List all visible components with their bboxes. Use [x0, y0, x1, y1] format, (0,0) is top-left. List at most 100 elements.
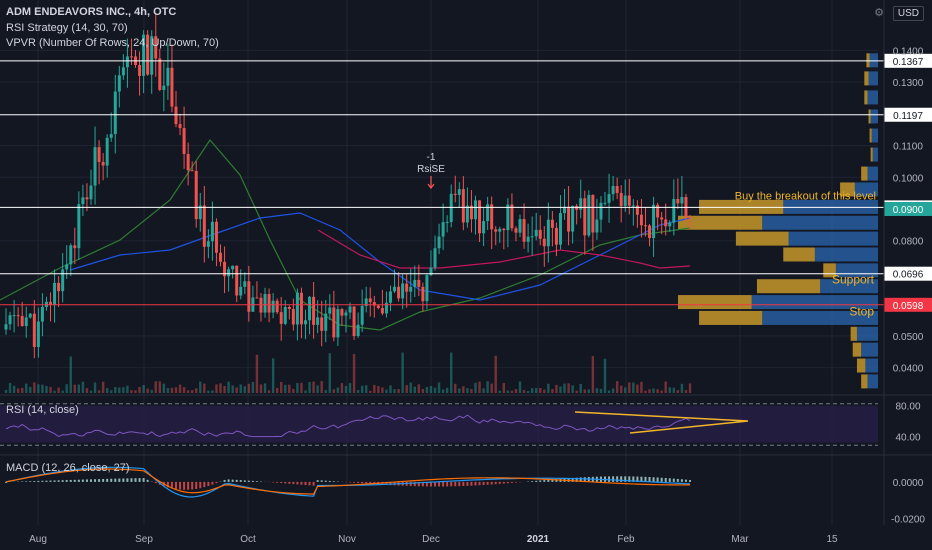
time-tick: Mar [731, 534, 749, 545]
rsi-pane-label[interactable]: RSI (14, close) [6, 404, 79, 416]
volume-bar [490, 383, 493, 393]
time-tick: 2021 [527, 534, 550, 545]
vpvr-down-bar [756, 279, 821, 294]
vpvr-up-bar [872, 147, 878, 162]
macd-hist [49, 480, 52, 482]
macd-hist [531, 481, 534, 482]
macd-hist [179, 481, 182, 490]
candle-body [174, 106, 178, 125]
macd-hist [458, 481, 461, 487]
candle-body [445, 222, 449, 224]
vpvr-down-bar [699, 310, 763, 325]
annotation: Buy the breakout of this level [735, 190, 876, 202]
candle-body [510, 204, 514, 229]
candle-body [490, 204, 494, 230]
volume-bar [458, 388, 461, 393]
macd-hist [199, 481, 202, 489]
volume-bar [288, 384, 291, 393]
candle-body [668, 222, 672, 227]
volume-bar [571, 385, 574, 393]
volume-bar [514, 389, 518, 393]
volume-bar [543, 389, 546, 393]
macd-hist [684, 479, 687, 482]
volume-bar [207, 390, 210, 393]
level-label: 0.1367 [893, 57, 924, 68]
candle-body [308, 296, 312, 321]
candle-body [340, 309, 344, 316]
macd-hist [664, 478, 667, 482]
candle-body [639, 214, 643, 226]
macd-hist [195, 481, 198, 489]
candle-body [502, 228, 506, 231]
macd-hist [498, 481, 501, 484]
volume-bar [644, 390, 647, 393]
vpvr-down-bar [861, 166, 868, 181]
candle-body [271, 300, 275, 313]
macd-hist [652, 477, 655, 482]
macd-hist [316, 480, 319, 482]
candle-body [239, 286, 243, 296]
volume-bar [275, 387, 279, 393]
candle-body [73, 245, 77, 249]
volume-bar [118, 387, 121, 393]
vpvr-up-bar [867, 374, 878, 389]
gear-icon[interactable]: ⚙ [874, 6, 884, 19]
volume-bar [195, 388, 198, 393]
time-tick: Dec [422, 534, 440, 545]
vpvr-up-bar [871, 128, 878, 143]
indicator-vpvr[interactable]: VPVR (Number Of Rows, 24, Up/Down, 70) [6, 37, 219, 49]
volume-bar [445, 387, 449, 393]
macd-hist [29, 481, 32, 482]
macd-hist [255, 481, 258, 482]
macd-hist [648, 477, 651, 482]
volume-bar [300, 382, 303, 393]
volume-bar [150, 389, 153, 393]
macd-hist [689, 480, 691, 482]
volume-bar [12, 385, 16, 393]
volume-bar [401, 352, 404, 393]
macd-hist [474, 481, 477, 486]
candle-body [121, 67, 125, 76]
candle-body [425, 275, 429, 302]
macd-hist [284, 481, 287, 484]
volume-bar [344, 385, 348, 393]
candlesticks[interactable]: -1RsiSE [4, 13, 692, 359]
macd-pane-label[interactable]: MACD (12, 26, close, 27) [6, 462, 130, 474]
candle-body [478, 200, 482, 234]
candle-body [186, 154, 190, 171]
macd-hist [122, 478, 125, 482]
candle-body [283, 307, 287, 324]
macd-hist [191, 481, 194, 490]
macd-hist [672, 478, 675, 482]
vpvr-down-bar [856, 358, 866, 373]
candle-body [441, 222, 445, 237]
candle-body [287, 307, 291, 310]
macd-hist [239, 480, 242, 482]
candle-body [611, 186, 615, 195]
volume-bar [284, 384, 287, 393]
candle-body [105, 137, 109, 166]
vpvr-up-bar [762, 215, 878, 230]
candle-body [603, 202, 607, 204]
volume-bar [530, 388, 534, 393]
indicator-rsi-strategy[interactable]: RSI Strategy (14, 30, 70) [6, 22, 128, 34]
volume-bar [130, 390, 133, 393]
candle-body [672, 198, 676, 223]
candle-body [109, 134, 113, 138]
volume-bar [377, 386, 380, 393]
currency-badge[interactable]: USD [892, 6, 924, 21]
macd-hist [668, 478, 671, 482]
candle-body [518, 219, 522, 233]
volume-bar [33, 382, 36, 393]
macd-hist [320, 480, 323, 482]
volume-bar [640, 381, 643, 393]
chart-title: ADM ENDEAVORS INC., 4h, OTC [6, 6, 177, 18]
macd-hist [506, 481, 509, 484]
volume-bar [154, 381, 157, 393]
volume-bar [356, 390, 360, 393]
volume-bar [352, 354, 356, 393]
macd-hist [33, 481, 36, 482]
macd-hist [223, 479, 226, 482]
candle-body [36, 321, 40, 348]
macd-hist [37, 480, 40, 482]
